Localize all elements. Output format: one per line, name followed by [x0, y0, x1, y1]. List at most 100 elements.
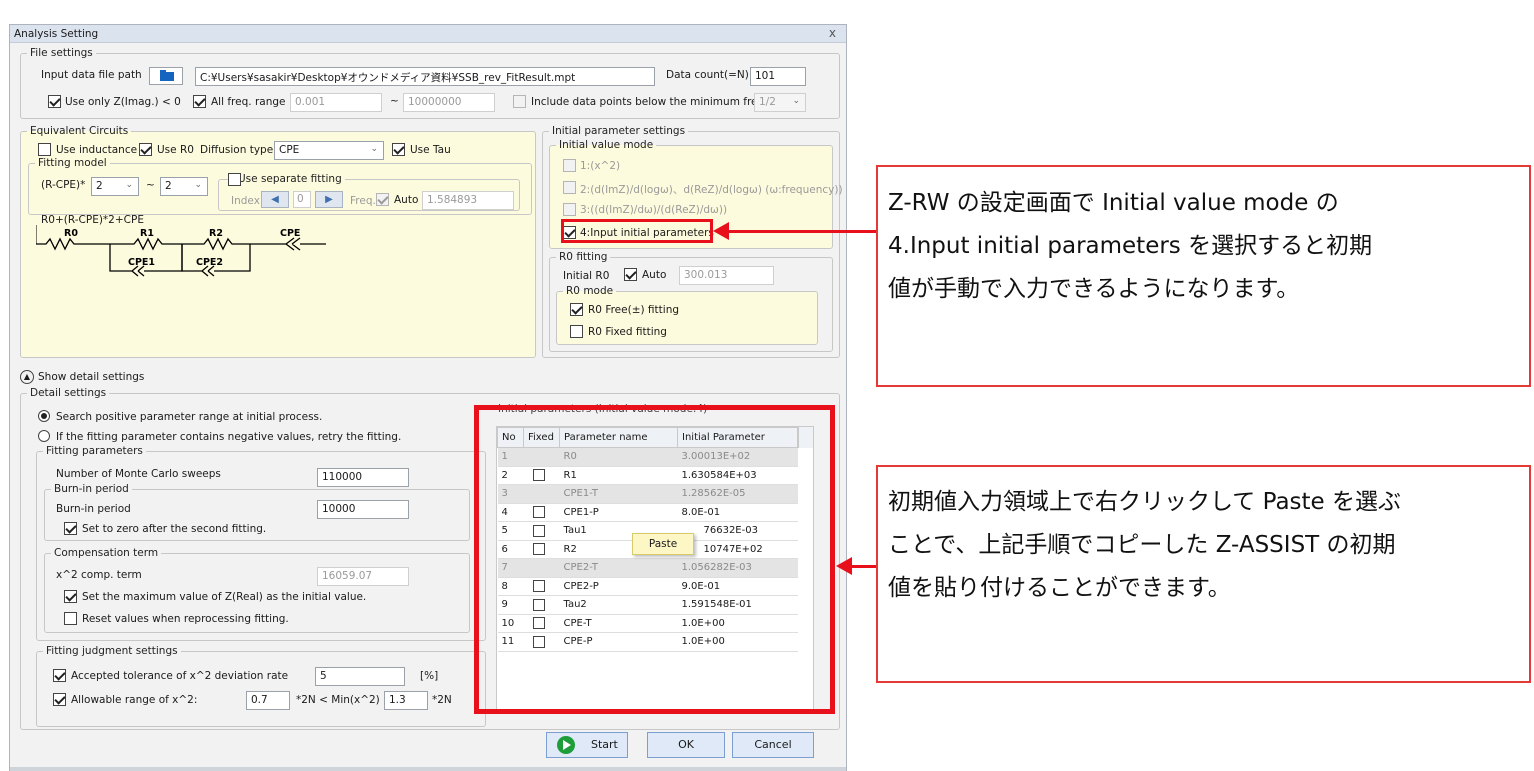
folder-icon — [160, 70, 174, 81]
input-path-field[interactable]: C:¥Users¥sasakir¥Desktop¥オウンドメディア資料¥SSB_… — [195, 67, 655, 86]
ratio-select[interactable]: 1/2 ⌄ — [754, 93, 806, 112]
chevron-down-icon: ⌄ — [194, 180, 202, 190]
mc-sweeps-label: Number of Monte Carlo sweeps — [56, 468, 221, 480]
mode3-checkbox[interactable] — [563, 203, 576, 216]
r0-fixed-label: R0 Fixed fitting — [588, 326, 667, 338]
callout-bottom-line2: ことで、上記手順でコピーした Z-ASSIST の初期 — [888, 532, 1396, 558]
callout-bottom-line1: 初期値入力領域上で右クリックして Paste を選ぶ — [888, 489, 1402, 515]
chevron-down-icon: ⌄ — [125, 180, 133, 190]
fitting-model-legend: Fitting model — [38, 157, 107, 169]
r2-circuit-label: R2 — [209, 228, 223, 239]
mode4-highlight — [561, 219, 713, 243]
r0-mode-legend: R0 mode — [566, 285, 614, 297]
comp-term-label: x^2 comp. term — [56, 569, 142, 581]
allowable-range-label: Allowable range of x^2: — [71, 694, 198, 706]
separate-freq-field[interactable]: 1.584893 — [422, 191, 514, 210]
play-icon — [557, 736, 575, 754]
mode2-checkbox[interactable] — [563, 181, 576, 194]
set-max-checkbox[interactable] — [64, 590, 77, 603]
separate-auto-label: Auto — [394, 194, 419, 206]
radio-positive-range[interactable] — [38, 410, 50, 422]
data-count-label: Data count(=N) — [666, 69, 749, 81]
triangle-right-icon: ▶ — [325, 194, 333, 205]
close-icon[interactable]: x — [829, 26, 836, 40]
freq-max-field[interactable]: 10000000 — [403, 93, 495, 112]
mode1-label: 1:(x^2) — [580, 160, 621, 172]
fitting-parameters-legend: Fitting parameters — [46, 445, 143, 457]
allow-max-field[interactable]: 1.3 — [384, 691, 428, 710]
initial-value-mode-legend: Initial value mode — [559, 139, 654, 151]
accepted-tolerance-checkbox[interactable] — [53, 669, 66, 682]
rcpe-from-value: 2 — [96, 180, 103, 192]
r0-fixed-checkbox[interactable] — [570, 325, 583, 338]
mode1-checkbox[interactable] — [563, 159, 576, 172]
data-count-field[interactable]: 101 — [750, 67, 806, 86]
callout-top-line3: 値が手動で入力できるようになります。 — [888, 276, 1300, 302]
burnin-label: Burn-in period — [56, 503, 131, 515]
cpe-circuit-label: CPE — [280, 228, 300, 239]
radio-retry[interactable] — [38, 430, 50, 442]
diffusion-type-value: CPE — [279, 144, 300, 156]
comp-term-field[interactable]: 16059.07 — [317, 567, 409, 586]
freq-tilde: ~ — [390, 95, 399, 107]
rcpe-from-select[interactable]: 2 ⌄ — [91, 177, 139, 196]
cancel-button[interactable]: Cancel — [732, 732, 814, 758]
r0-circuit-label: R0 — [64, 228, 78, 239]
r0-free-checkbox[interactable] — [570, 303, 583, 316]
r0-auto-checkbox[interactable] — [624, 268, 637, 281]
folder-browse-button[interactable] — [149, 67, 183, 85]
all-freq-label: All freq. range — [211, 96, 286, 108]
arrow-bottom-head-icon — [836, 557, 852, 575]
use-r0-checkbox[interactable] — [139, 143, 152, 156]
radio-positive-label: Search positive parameter range at initi… — [56, 411, 323, 423]
ok-button[interactable]: OK — [647, 732, 725, 758]
percent-unit: [%] — [420, 670, 439, 682]
accepted-tolerance-label: Accepted tolerance of x^2 deviation rate — [71, 670, 289, 682]
rcpe-label: (R-CPE)* — [41, 179, 86, 191]
use-tau-checkbox[interactable] — [392, 143, 405, 156]
callout-top: Z-RW の設定画面で Initial value mode の 4.Input… — [876, 165, 1531, 387]
r0-auto-label: Auto — [642, 269, 667, 281]
allow-unit-label: *2N — [432, 694, 452, 706]
allowable-range-checkbox[interactable] — [53, 693, 66, 706]
rcpe-to-select[interactable]: 2 ⌄ — [160, 177, 208, 196]
callout-top-line2: 4.Input initial parameters を選択すると初期 — [888, 233, 1373, 259]
detail-settings-legend: Detail settings — [30, 387, 107, 399]
next-index-button[interactable]: ▶ — [315, 191, 343, 208]
r0-free-label: R0 Free(±) fitting — [588, 304, 680, 316]
chevron-down-icon: ⌄ — [370, 144, 378, 154]
cpe1-circuit-label: CPE1 — [128, 257, 155, 268]
include-below-label: Include data points below the minimum fr… — [531, 96, 768, 108]
use-only-imag-checkbox[interactable] — [48, 95, 61, 108]
circuit-diagram: R0 R1 R2 CPE CPE1 CPE2 — [36, 225, 326, 277]
input-path-label: Input data file path — [41, 69, 142, 81]
allow-min-field[interactable]: 0.7 — [246, 691, 290, 710]
use-inductance-label: Use inductance — [56, 144, 138, 156]
prev-index-button[interactable]: ◀ — [261, 191, 289, 208]
reset-values-label: Reset values when reprocessing fitting. — [82, 613, 289, 625]
separate-fitting-checkbox[interactable] — [228, 173, 241, 186]
use-inductance-checkbox[interactable] — [38, 143, 51, 156]
freq-min-field[interactable]: 0.001 — [290, 93, 382, 112]
window-title: Analysis Setting — [14, 28, 99, 40]
reset-values-checkbox[interactable] — [64, 612, 77, 625]
triangle-left-icon: ◀ — [271, 194, 279, 205]
index-field[interactable]: 0 — [293, 191, 311, 208]
all-freq-checkbox[interactable] — [193, 95, 206, 108]
set-zero-checkbox[interactable] — [64, 522, 77, 535]
accepted-tolerance-field[interactable]: 5 — [315, 667, 405, 686]
equivalent-circuits-legend: Equivalent Circuits — [30, 125, 129, 137]
use-r0-label: Use R0 — [157, 144, 194, 156]
allow-mid-label: *2N < Min(x^2) < — [296, 694, 392, 706]
judgment-group: Fitting judgment settings — [36, 645, 486, 727]
burnin-field[interactable]: 10000 — [317, 500, 409, 519]
ratio-value: 1/2 — [759, 96, 776, 108]
initial-r0-field[interactable]: 300.013 — [679, 266, 774, 285]
chevron-up-icon[interactable]: ▲ — [20, 370, 34, 384]
r0-fitting-legend: R0 fitting — [559, 251, 608, 263]
separate-auto-checkbox[interactable] — [376, 193, 389, 206]
show-detail-label[interactable]: Show detail settings — [38, 371, 144, 383]
status-strip — [10, 767, 846, 771]
include-below-checkbox[interactable] — [513, 95, 526, 108]
start-button[interactable]: Start — [546, 732, 628, 758]
